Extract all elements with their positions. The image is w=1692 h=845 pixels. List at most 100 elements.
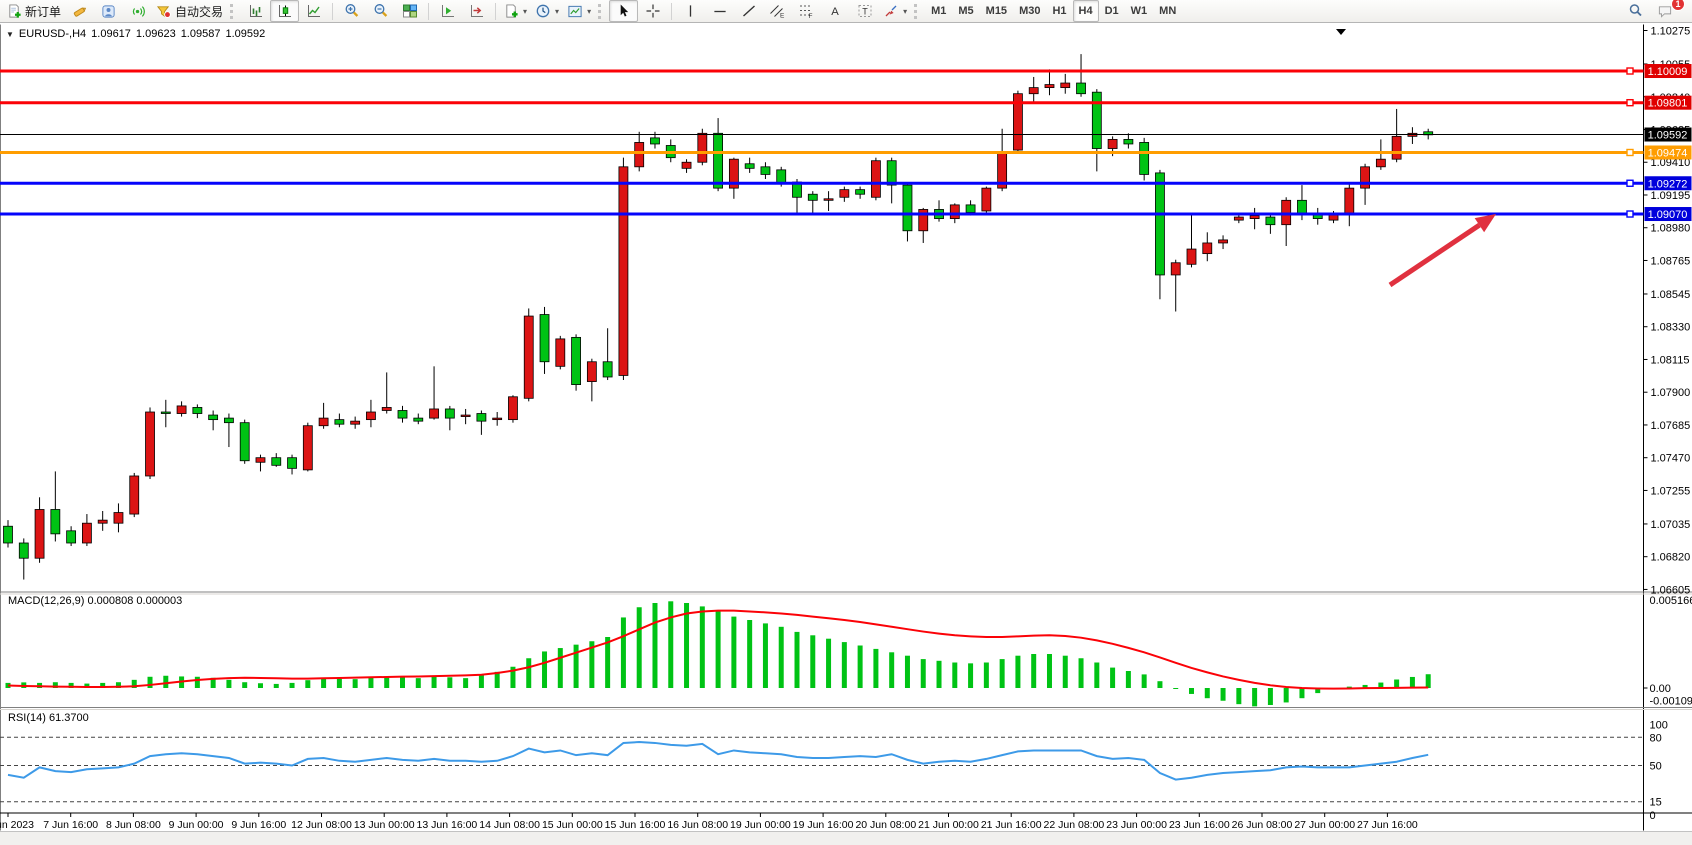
symbol-ohlc-line: ▼ EURUSD-,H4 1.09617 1.09623 1.09587 1.0… — [6, 28, 265, 40]
price-chart-canvas[interactable]: 1.102751.100551.098401.096251.094101.091… — [0, 23, 1692, 845]
text-icon: A — [828, 3, 843, 19]
level-handle[interactable] — [1627, 68, 1633, 74]
text-label-button[interactable]: T — [850, 0, 879, 22]
svg-text:14 Jun 08:00: 14 Jun 08:00 — [479, 819, 540, 831]
vertical-line-button[interactable] — [676, 0, 705, 22]
tab-d1[interactable]: D1 — [1099, 0, 1125, 22]
chevron-down-icon: ▾ — [903, 7, 907, 16]
zoom-out-button[interactable] — [366, 0, 395, 22]
svg-text:27 Jun 16:00: 27 Jun 16:00 — [1357, 819, 1418, 831]
rsi-panel: RSI(14) 61.37001008050150 — [0, 712, 1668, 822]
level-handle[interactable] — [1627, 211, 1633, 217]
svg-text:8 Jun 08:00: 8 Jun 08:00 — [106, 819, 161, 831]
crosshair-button[interactable] — [638, 0, 667, 22]
svg-text:1.08765: 1.08765 — [1651, 255, 1691, 267]
svg-text:50: 50 — [1650, 761, 1662, 773]
bar-chart-button[interactable] — [241, 0, 270, 22]
tab-h1[interactable]: H1 — [1046, 0, 1072, 22]
tab-m5[interactable]: M5 — [952, 0, 979, 22]
tab-mn[interactable]: MN — [1153, 0, 1182, 22]
symbol-dropdown-icon[interactable]: ▼ — [6, 30, 14, 39]
chart-autoscroll-button[interactable] — [462, 0, 491, 22]
toolbar-grip — [914, 4, 920, 19]
crayon-button[interactable] — [65, 0, 94, 22]
line-chart-icon — [306, 3, 322, 19]
svg-text:0: 0 — [1650, 810, 1656, 822]
svg-text:1.08545: 1.08545 — [1651, 289, 1691, 301]
svg-text:1.10009: 1.10009 — [1648, 66, 1688, 78]
notifications-button[interactable]: 1 — [1650, 0, 1679, 22]
svg-text:21 Jun 00:00: 21 Jun 00:00 — [918, 819, 979, 831]
svg-text:15 Jun 00:00: 15 Jun 00:00 — [542, 819, 603, 831]
svg-text:23 Jun 16:00: 23 Jun 16:00 — [1169, 819, 1230, 831]
arrow-objects-button[interactable]: ▾ — [879, 0, 911, 22]
chart-frame — [0, 25, 1692, 831]
chart-autoscroll-icon — [469, 3, 485, 19]
templates-icon — [567, 4, 583, 19]
svg-text:1.07470: 1.07470 — [1651, 453, 1691, 465]
svg-text:1.08330: 1.08330 — [1651, 322, 1691, 334]
auto-trading-label: 自动交易 — [175, 3, 223, 20]
signal-button[interactable] — [123, 0, 152, 22]
svg-text:1.09474: 1.09474 — [1648, 147, 1688, 159]
profiles-button[interactable] — [94, 0, 123, 22]
toolbar-separator — [428, 3, 429, 20]
trendline-button[interactable] — [734, 0, 763, 22]
periods-button[interactable]: ▾ — [531, 0, 563, 22]
horizontal-line-icon — [712, 4, 728, 19]
macd-panel: MACD(12,26,9) 0.000808 0.0000030.0051660… — [6, 595, 1692, 708]
templates-button[interactable]: ▾ — [563, 0, 595, 22]
toolbar-grip — [230, 4, 236, 19]
tab-m30[interactable]: M30 — [1013, 0, 1046, 22]
text-button[interactable]: A — [821, 0, 850, 22]
level-handle[interactable] — [1627, 180, 1633, 186]
svg-text:27 Jun 00:00: 27 Jun 00:00 — [1294, 819, 1355, 831]
tile-windows-button[interactable] — [395, 0, 424, 22]
svg-text:1.07900: 1.07900 — [1651, 387, 1691, 399]
cursor-button[interactable] — [609, 0, 638, 22]
tab-m15[interactable]: M15 — [980, 0, 1013, 22]
level-handle[interactable] — [1627, 149, 1633, 155]
toolbar-grip — [598, 4, 604, 19]
svg-text:1.09801: 1.09801 — [1648, 98, 1688, 110]
vertical-line-icon — [683, 3, 698, 19]
svg-text:-0.001095: -0.001095 — [1650, 696, 1692, 708]
auto-trading-icon — [156, 4, 172, 19]
new-order-label: 新订单 — [25, 3, 61, 20]
auto-trading-button[interactable]: 自动交易 — [152, 0, 227, 22]
channel-button[interactable]: E — [763, 0, 792, 22]
indicators-button[interactable]: ▾ — [500, 0, 531, 22]
shift-marker[interactable] — [1336, 29, 1346, 35]
svg-text:1.08980: 1.08980 — [1651, 223, 1691, 235]
time-axis: 7 Jun 20237 Jun 16:008 Jun 08:009 Jun 00… — [0, 813, 1418, 831]
fibonacci-letter: F — [809, 13, 813, 19]
signal-icon — [130, 4, 146, 19]
tab-w1[interactable]: W1 — [1125, 0, 1154, 22]
svg-text:26 Jun 08:00: 26 Jun 08:00 — [1232, 819, 1293, 831]
trend-arrow-annotation[interactable] — [1390, 214, 1496, 285]
profile-icon — [101, 4, 116, 19]
svg-text:21 Jun 16:00: 21 Jun 16:00 — [981, 819, 1042, 831]
zoom-in-button[interactable] — [337, 0, 366, 22]
text-label-icon: T — [857, 3, 873, 19]
svg-text:1.10275: 1.10275 — [1651, 26, 1691, 38]
search-button[interactable] — [1621, 0, 1650, 22]
svg-text:1.09272: 1.09272 — [1648, 178, 1688, 190]
svg-text:7 Jun 16:00: 7 Jun 16:00 — [43, 819, 98, 831]
line-chart-button[interactable] — [299, 0, 328, 22]
tab-m1[interactable]: M1 — [925, 0, 952, 22]
svg-text:1.09592: 1.09592 — [1648, 130, 1688, 142]
new-order-button[interactable]: 新订单 — [3, 0, 65, 22]
chart-shift-button[interactable] — [433, 0, 462, 22]
candlestick-chart-button[interactable] — [270, 0, 299, 22]
crayon-icon — [72, 4, 88, 19]
open-value: 1.09617 — [91, 28, 131, 40]
status-bar — [0, 831, 1692, 845]
svg-text:15: 15 — [1650, 797, 1662, 809]
chevron-down-icon: ▾ — [555, 7, 559, 16]
level-handle[interactable] — [1627, 100, 1633, 106]
horizontal-line-button[interactable] — [705, 0, 734, 22]
crosshair-icon — [645, 3, 661, 19]
fibonacci-button[interactable]: F — [792, 0, 821, 22]
tab-h4[interactable]: H4 — [1073, 0, 1099, 22]
